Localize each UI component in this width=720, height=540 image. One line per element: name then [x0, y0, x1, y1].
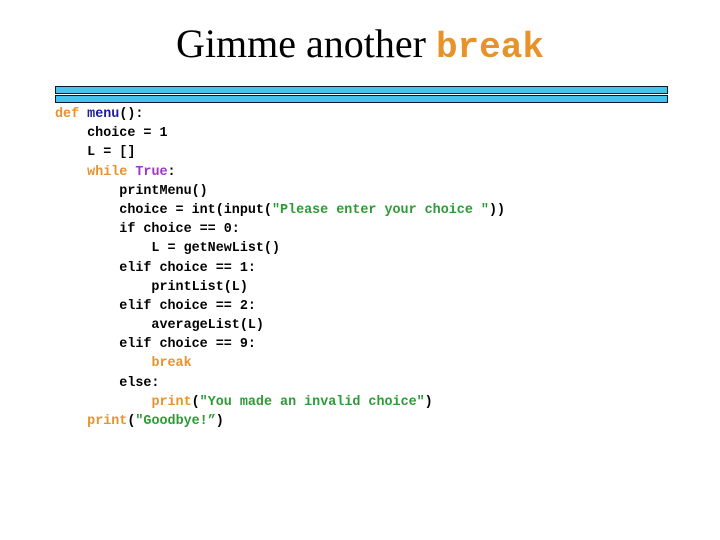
code-token: choice = 1	[55, 126, 168, 142]
code-token-kw: print	[151, 394, 192, 410]
code-token: L = []	[55, 145, 136, 161]
code-line: while True:	[55, 163, 505, 182]
code-line: elif choice == 9:	[55, 335, 505, 354]
code-token: :	[167, 164, 176, 180]
slide-title-keyword: break	[435, 27, 544, 68]
code-line: elif choice == 1:	[55, 259, 505, 278]
code-line: L = []	[55, 143, 505, 162]
code-token-kw: break	[151, 356, 192, 372]
code-line: averageList(L)	[55, 316, 505, 335]
code-token: elif choice == 1:	[55, 260, 256, 276]
code-token: )	[424, 394, 433, 410]
title-divider-top	[55, 86, 668, 94]
code-token-kw: while	[87, 164, 128, 180]
code-token: ))	[488, 202, 506, 218]
code-token: elif choice == 2:	[55, 298, 256, 314]
code-token-str: "Please enter your choice "	[271, 202, 489, 218]
code-token-str: "Goodbye!”	[135, 414, 216, 429]
code-token: choice = int(input(	[55, 202, 272, 218]
code-line: print("Goodbye!”)	[55, 412, 505, 431]
code-line: def menu():	[55, 105, 505, 124]
slide: Gimme another break def menu(): choice =…	[0, 0, 720, 540]
code-token: elif choice == 9:	[55, 337, 256, 353]
slide-title: Gimme another break	[0, 18, 720, 74]
code-line: L = getNewList()	[55, 239, 505, 258]
code-token-kw: def	[55, 107, 80, 122]
code-line: elif choice == 2:	[55, 297, 505, 316]
code-token: if choice == 0:	[55, 222, 240, 238]
code-token: else:	[55, 375, 160, 391]
code-line: printList(L)	[55, 278, 505, 297]
code-line: if choice == 0:	[55, 220, 505, 239]
code-line: choice = 1	[55, 124, 505, 143]
code-token-fn: menu	[87, 107, 120, 122]
code-block: def menu(): choice = 1 L = [] while True…	[55, 105, 505, 431]
code-token: printList(L)	[55, 279, 248, 295]
slide-title-text: Gimme another	[176, 21, 436, 66]
title-divider-bottom	[55, 95, 668, 103]
code-line: break	[55, 354, 505, 373]
code-token: averageList(L)	[55, 318, 264, 334]
code-token-str: "You made an invalid choice"	[199, 394, 425, 410]
code-line: choice = int(input("Please enter your ch…	[55, 201, 505, 220]
code-token: ():	[119, 107, 144, 122]
code-line: print("You made an invalid choice")	[55, 393, 505, 412]
code-token: printMenu()	[55, 183, 208, 199]
code-token-bool: True	[135, 164, 168, 180]
code-line: else:	[55, 374, 505, 393]
code-token: L = getNewList()	[55, 241, 280, 257]
code-line: printMenu()	[55, 182, 505, 201]
code-token: (	[191, 394, 200, 410]
code-token: )	[215, 414, 224, 429]
code-token-kw: print	[87, 414, 128, 429]
